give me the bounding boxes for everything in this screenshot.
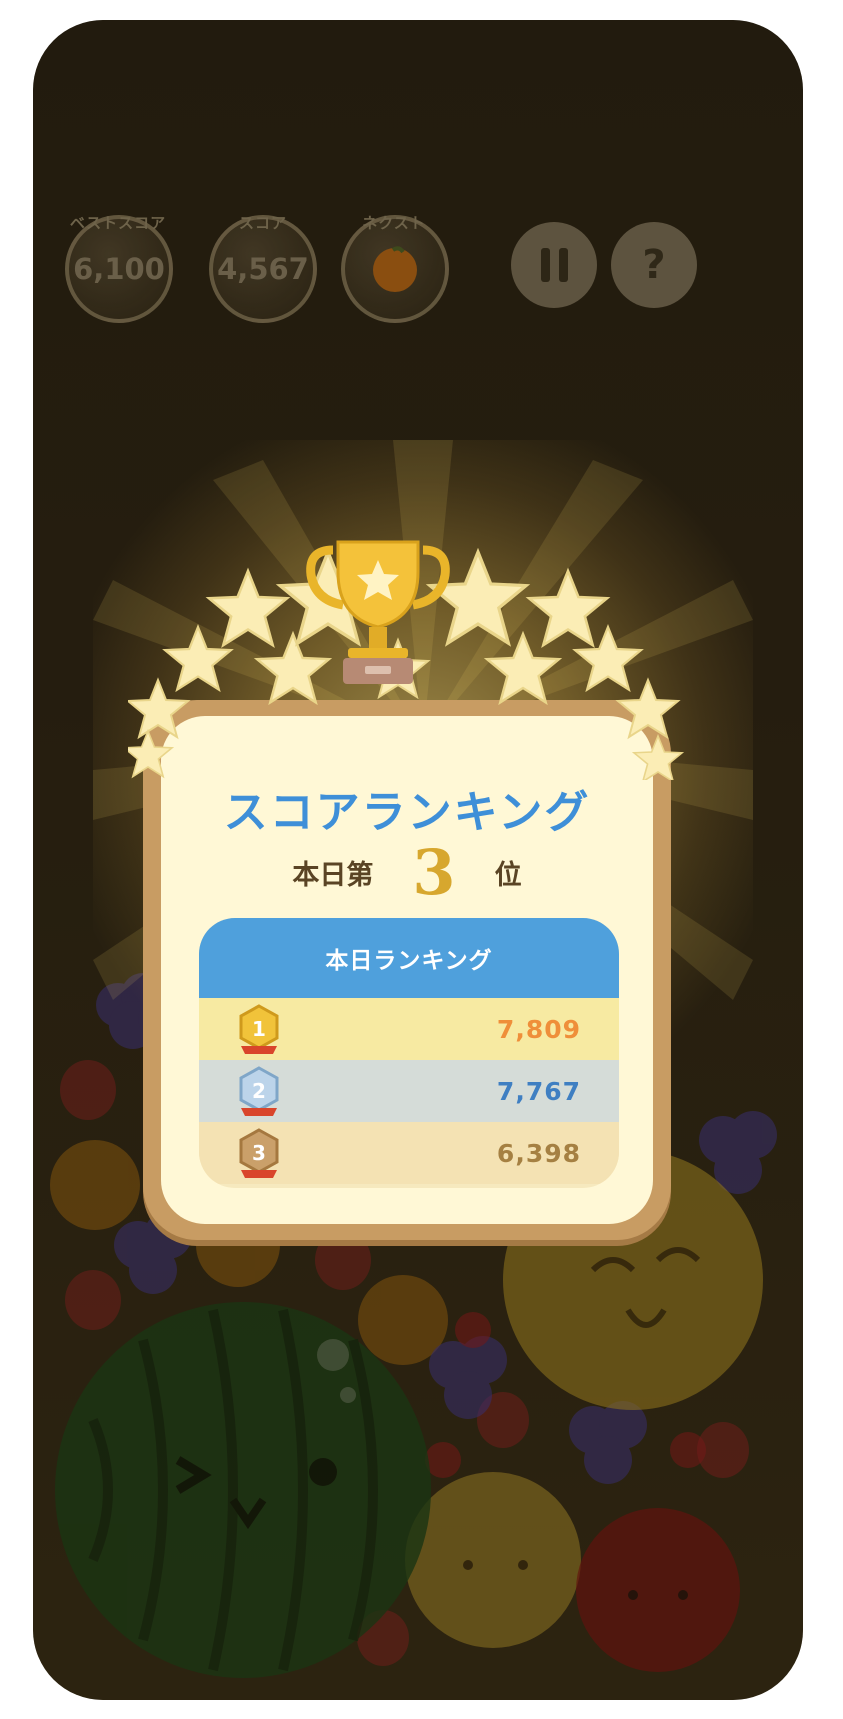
- help-button[interactable]: ?: [611, 222, 697, 308]
- next-fruit-label: ネクスト: [362, 214, 426, 232]
- rank-number: 3: [412, 836, 456, 909]
- today-ranking-table: 本日ランキング 1 7,809 2 7,767 3 6,398: [199, 918, 619, 1188]
- ranking-row-2: 2 7,767: [199, 1060, 619, 1122]
- svg-text:3: 3: [252, 1141, 266, 1165]
- ranking-title: スコアランキング: [223, 787, 591, 838]
- pause-icon: [540, 248, 568, 282]
- silver-medal-icon: 2: [239, 1066, 279, 1116]
- score-label: スコア: [238, 214, 287, 232]
- ranking-score: 7,767: [496, 1076, 581, 1106]
- ranking-score: 7,809: [496, 1014, 581, 1044]
- rank-suffix: 位: [494, 860, 522, 891]
- bronze-medal-icon: 3: [239, 1128, 279, 1178]
- rank-prefix: 本日第: [292, 860, 374, 891]
- trophy-icon: [306, 540, 450, 684]
- ranking-score: 6,398: [496, 1138, 581, 1168]
- orange-fruit-icon: [373, 246, 417, 292]
- game-screen: ベストスコア 6,100 スコア 4,567 ネクスト ? スコアランキング 本…: [33, 20, 803, 1700]
- pause-button[interactable]: [511, 222, 597, 308]
- best-score-value: 6,100: [73, 252, 165, 286]
- table-header: 本日ランキング: [199, 918, 619, 998]
- ranking-row-1: 1 7,809: [199, 998, 619, 1060]
- ranking-row-3: 3 6,398: [199, 1122, 619, 1184]
- today-rank: 本日第 3 位: [143, 836, 671, 909]
- question-icon: ?: [642, 242, 666, 288]
- best-score-label: ベストスコア: [69, 214, 167, 232]
- svg-text:2: 2: [252, 1079, 266, 1103]
- gold-medal-icon: 1: [239, 1004, 279, 1054]
- score-value: 4,567: [217, 252, 309, 286]
- svg-text:1: 1: [252, 1017, 266, 1041]
